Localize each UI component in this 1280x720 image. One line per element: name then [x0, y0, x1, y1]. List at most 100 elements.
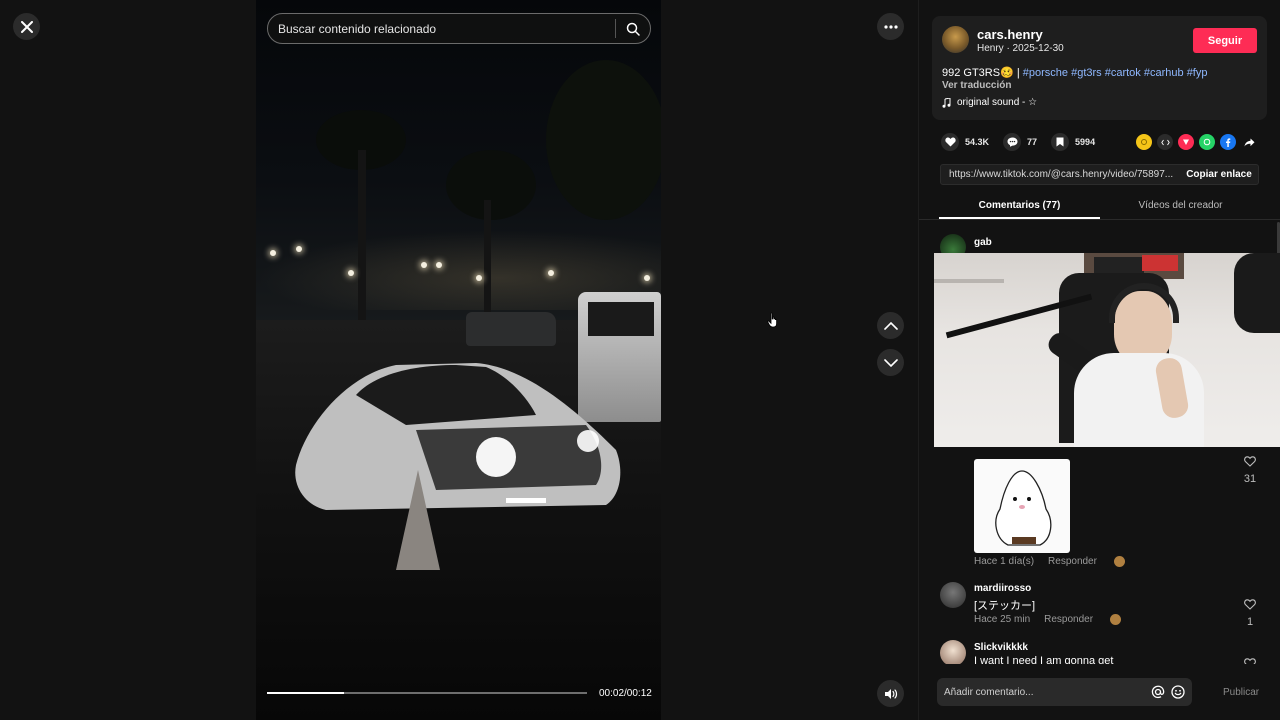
publish-button[interactable]: Publicar — [1223, 687, 1259, 698]
commenter-name[interactable]: Slickvikkkk — [974, 642, 1028, 653]
commenter-avatar[interactable] — [940, 582, 966, 608]
search-icon — [626, 22, 640, 36]
tab-comments[interactable]: Comentarios (77) — [939, 196, 1100, 219]
post-info-card: cars.henry Henry · 2025-12-30 Seguir 992… — [932, 16, 1267, 120]
tab-creator-videos[interactable]: Vídeos del creador — [1100, 196, 1261, 219]
progress-bar[interactable] — [267, 692, 587, 694]
share-link-text[interactable]: https://www.tiktok.com/@cars.henry/video… — [949, 169, 1177, 180]
comment-like-count: 1 — [1246, 616, 1254, 628]
time-display: 00:02/00:12 — [599, 688, 652, 699]
chevron-up-icon — [883, 321, 898, 330]
video-lamp — [421, 262, 427, 268]
video-tree — [446, 150, 536, 220]
panel-tabs: Comentarios (77) Vídeos del creador — [939, 196, 1261, 219]
next-video-button[interactable] — [877, 349, 904, 376]
video-lamp — [348, 270, 354, 276]
comment-button[interactable]: 77 — [1003, 133, 1037, 151]
video-suv-window — [588, 302, 654, 336]
comment-count: 77 — [1027, 137, 1038, 147]
volume-icon — [884, 688, 897, 699]
comment-time: Hace 1 día(s) — [974, 556, 1035, 568]
bookmark-icon — [1056, 137, 1064, 147]
video-cone — [396, 470, 440, 570]
comment-like-button[interactable] — [1241, 656, 1259, 664]
chevron-down-icon — [883, 358, 898, 367]
search-input[interactable] — [268, 21, 615, 36]
more-icon — [883, 24, 898, 29]
author-avatar[interactable] — [942, 26, 969, 53]
creator-liked-avatar — [1109, 614, 1121, 625]
send-share-icon[interactable] — [1178, 134, 1194, 150]
commenter-avatar[interactable] — [940, 640, 966, 664]
hand-cursor-icon — [767, 312, 777, 328]
reply-button[interactable]: Responder — [1048, 556, 1097, 567]
commenter-name[interactable]: gab — [974, 237, 992, 248]
heart-outline-icon — [1244, 456, 1256, 467]
mention-button[interactable] — [1148, 682, 1168, 702]
video-lamp — [270, 250, 276, 256]
sticker-image — [995, 470, 1052, 546]
reply-button[interactable]: Responder — [1044, 614, 1093, 625]
comment-text: [ステッカー] — [974, 600, 1036, 612]
comment-like-count: 31 — [1243, 473, 1257, 485]
video-trunk — [358, 150, 366, 330]
comment-icon — [1007, 137, 1018, 147]
hashtag[interactable]: #carhub — [1144, 67, 1184, 79]
comment-meta: Hace 25 min Responder — [974, 614, 1121, 625]
comment-sticker — [974, 459, 1070, 553]
save-count: 5994 — [1075, 137, 1096, 147]
video-bg-car — [466, 312, 556, 346]
search-bar — [267, 13, 651, 44]
hashtag[interactable]: #porsche — [1023, 67, 1068, 79]
video-stage: 00:02/00:12 — [0, 0, 918, 720]
caption-text: 992 GT3RS🥴 | — [942, 67, 1023, 79]
sound-name: original sound - ☆ — [957, 97, 1038, 108]
author-meta: Henry · 2025-12-30 — [977, 43, 1064, 54]
follow-button[interactable]: Seguir — [1193, 28, 1257, 53]
volume-button[interactable] — [877, 680, 904, 707]
comment-like-button[interactable]: 31 — [1241, 454, 1259, 485]
close-button[interactable] — [13, 13, 40, 40]
video-tree — [546, 60, 661, 220]
save-button[interactable]: 5994 — [1051, 133, 1095, 151]
more-options-button[interactable] — [877, 13, 904, 40]
share-link-row: https://www.tiktok.com/@cars.henry/video… — [940, 164, 1259, 185]
progress-fill — [267, 692, 344, 694]
video-lamp — [436, 262, 442, 268]
comment-time: Hace 25 min — [974, 614, 1031, 626]
heart-outline-icon — [1244, 599, 1256, 610]
tabs-divider — [919, 219, 1280, 220]
comment-input[interactable] — [937, 686, 1148, 698]
comment-meta: Hace 1 día(s) Responder — [974, 556, 1125, 567]
overlay-frame — [1142, 255, 1178, 271]
previous-video-button[interactable] — [877, 312, 904, 339]
video-trunk — [484, 200, 491, 330]
emoji-button[interactable] — [1168, 682, 1188, 702]
video-player[interactable] — [256, 0, 661, 720]
commenter-name[interactable]: mardiirosso — [974, 583, 1031, 594]
hashtag[interactable]: #cartok — [1105, 67, 1141, 79]
heart-icon — [944, 137, 956, 147]
whatsapp-share-icon[interactable] — [1199, 134, 1215, 150]
comment-like-button[interactable]: 1 — [1241, 597, 1259, 628]
embed-share-icon[interactable] — [1157, 134, 1173, 150]
sound-link[interactable]: original sound - ☆ — [942, 97, 1037, 108]
video-lamp — [476, 275, 482, 281]
hashtag[interactable]: #fyp — [1187, 67, 1208, 79]
like-button[interactable]: 54.3K — [941, 133, 989, 151]
hashtag[interactable]: #gt3rs — [1071, 67, 1102, 79]
like-count: 54.3K — [965, 137, 990, 147]
stats-row: 54.3K 77 5994 — [941, 133, 1109, 151]
facebook-share-icon[interactable] — [1220, 134, 1236, 150]
overlay-wall-shelf — [934, 279, 1004, 283]
author-username[interactable]: cars.henry — [977, 27, 1043, 42]
video-lamp — [644, 275, 650, 281]
repost-share-icon[interactable] — [1136, 134, 1152, 150]
creator-liked-avatar — [1113, 556, 1125, 567]
search-button[interactable] — [616, 14, 650, 43]
copy-link-button[interactable]: Copiar enlace — [1178, 165, 1260, 184]
translate-link[interactable]: Ver traducción — [942, 80, 1011, 91]
comment-composer — [937, 678, 1192, 706]
more-share-icon[interactable] — [1241, 134, 1257, 150]
webcam-overlay — [934, 253, 1280, 447]
